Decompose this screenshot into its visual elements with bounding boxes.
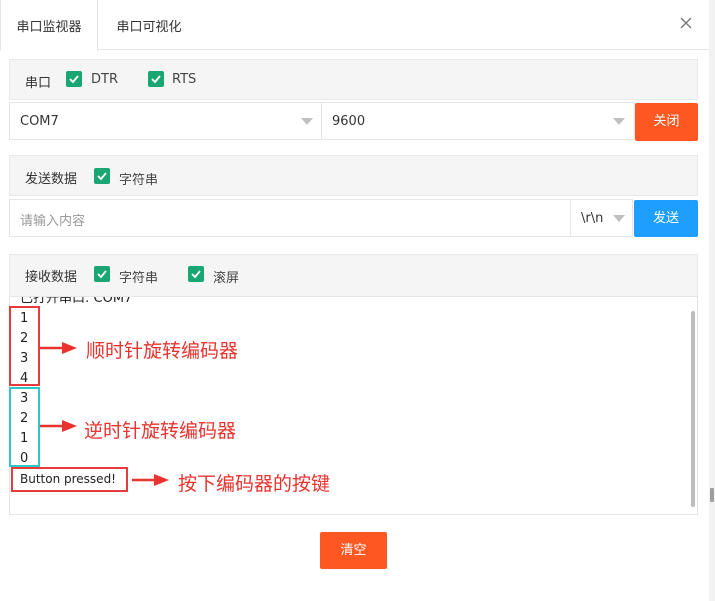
send-input[interactable]: 请输入内容 — [9, 199, 571, 237]
tab-serial-visualization[interactable]: 串口可视化 — [98, 0, 200, 51]
receive-scrollbar[interactable] — [689, 297, 697, 514]
receive-string-checkbox[interactable] — [94, 266, 110, 282]
tab-serial-monitor[interactable]: 串口监视器 — [0, 0, 98, 51]
chevron-down-icon — [301, 118, 313, 125]
chevron-down-icon — [613, 215, 625, 222]
receive-section-header: 接收数据 字符串 滚屏 — [9, 254, 698, 297]
close-port-button[interactable]: 关闭 — [635, 103, 698, 141]
clockwise-annotation: 顺时针旋转编码器 — [86, 340, 239, 362]
send-button[interactable]: 发送 — [634, 200, 698, 237]
send-input-placeholder: 请输入内容 — [20, 214, 86, 229]
port-value: COM7 — [20, 114, 59, 129]
close-icon[interactable] — [676, 13, 696, 33]
rts-label: RTS — [172, 72, 197, 87]
tab-bar: 串口监视器 串口可视化 — [0, 0, 709, 51]
check-icon — [97, 172, 107, 181]
serial-monitor-dialog: 串口监视器 串口可视化 串口 DTR RTS COM7 9600 关闭 发送数据 — [0, 0, 709, 601]
clockwise-highlight-box — [9, 306, 40, 386]
dtr-label: DTR — [91, 72, 118, 87]
clear-button[interactable]: 清空 — [320, 532, 387, 569]
page-scrollbar[interactable] — [709, 0, 715, 601]
line-ending-select[interactable]: \r\n — [570, 199, 633, 237]
send-string-label: 字符串 — [119, 173, 159, 188]
received-line-partial: 已打开串口: COM7 — [20, 296, 133, 306]
check-icon — [151, 75, 161, 84]
send-section-header: 发送数据 字符串 — [9, 155, 698, 196]
send-string-checkbox[interactable] — [94, 168, 110, 184]
arrow-right-icon — [40, 420, 77, 432]
baud-value: 9600 — [332, 114, 366, 129]
page-scrollbar-thumb[interactable] — [710, 488, 714, 502]
serial-title: 串口 — [25, 76, 52, 91]
send-title: 发送数据 — [25, 172, 78, 187]
send-controls-row: 请输入内容 \r\n 发送 — [9, 199, 698, 237]
serial-section-header: 串口 DTR RTS — [9, 59, 698, 100]
scroll-label: 滚屏 — [213, 271, 240, 286]
receive-string-label: 字符串 — [119, 271, 159, 286]
scroll-checkbox[interactable] — [188, 266, 204, 282]
arrow-right-icon — [132, 474, 169, 486]
baud-select[interactable]: 9600 — [321, 102, 635, 140]
check-icon — [191, 270, 201, 279]
button-annotation: 按下编码器的按键 — [178, 473, 331, 495]
chevron-down-icon — [613, 118, 625, 125]
check-icon — [69, 75, 79, 84]
rts-checkbox[interactable] — [148, 71, 164, 87]
line-ending-value: \r\n — [581, 211, 604, 226]
counterclockwise-annotation: 逆时针旋转编码器 — [84, 420, 237, 442]
port-select[interactable]: COM7 — [9, 102, 322, 140]
check-icon — [97, 270, 107, 279]
arrow-right-icon — [40, 342, 77, 354]
dtr-checkbox[interactable] — [66, 71, 82, 87]
receive-scrollbar-thumb[interactable] — [691, 311, 695, 507]
serial-controls-row: COM7 9600 关闭 — [9, 102, 698, 141]
receive-title: 接收数据 — [25, 270, 78, 285]
button-pressed-highlight-box — [11, 467, 128, 492]
counterclockwise-highlight-box — [9, 387, 40, 467]
